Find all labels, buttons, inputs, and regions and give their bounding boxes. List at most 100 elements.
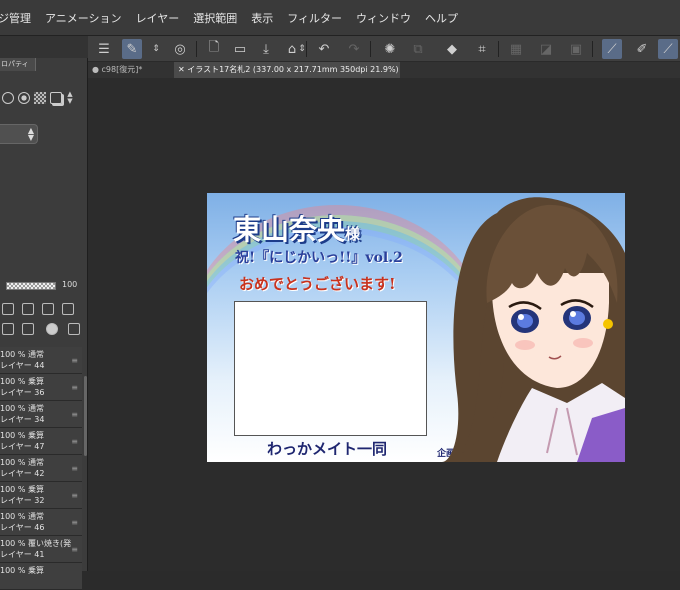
layer-option-row xyxy=(0,300,88,318)
menu-item-help[interactable]: ヘルプ xyxy=(425,10,458,26)
menu-item-selection[interactable]: 選択範囲 xyxy=(193,10,237,26)
brush-stepper-icon[interactable]: ▲ ▼ xyxy=(66,91,74,105)
drag-handle-icon[interactable]: ≡ xyxy=(71,544,78,555)
menu-item-animation[interactable]: アニメーション xyxy=(45,10,122,26)
select-icon[interactable]: ⌗ xyxy=(472,39,492,59)
lock-transparency-icon[interactable] xyxy=(2,303,14,315)
layer-mode: 100 % 覆い焼き(発 xyxy=(0,539,72,548)
layer-mode: 100 % 通常 xyxy=(0,458,44,467)
drag-handle-icon[interactable]: ≡ xyxy=(71,355,78,366)
layer-opacity-row: 100 xyxy=(0,278,88,294)
drag-handle-icon[interactable]: ≡ xyxy=(71,490,78,501)
circle-brush-icon[interactable] xyxy=(2,92,14,104)
message-box xyxy=(234,301,427,436)
layer-row[interactable]: 100 % 乗算 レイヤー 47 ≡ xyxy=(0,428,82,455)
menu-item-window[interactable]: ウィンドウ xyxy=(356,10,411,26)
layer-row[interactable]: 100 % 覆い焼き(発 レイヤー 41 ≡ xyxy=(0,536,82,563)
ruler-icon[interactable]: ◪ xyxy=(536,39,556,59)
grid-icon[interactable]: ▦ xyxy=(506,39,526,59)
artwork-canvas[interactable]: 東山奈央様 祝!『にじかいっ!!』vol.2 おめでとうございます! わっかメイ… xyxy=(207,193,625,462)
layer-mode: 100 % 乗算 xyxy=(0,485,44,494)
transform-icon[interactable]: ⧉ xyxy=(408,39,428,59)
chevron-updown-icon: ▲ ▼ xyxy=(27,126,34,142)
layer-mode: 100 % 通常 xyxy=(0,350,44,359)
drag-handle-icon[interactable]: ≡ xyxy=(71,436,78,447)
mask-icon[interactable] xyxy=(46,323,58,335)
tool-property-tab[interactable]: ロパティ xyxy=(0,58,36,71)
drag-handle-icon[interactable]: ≡ xyxy=(71,463,78,474)
layer-row[interactable]: 100 % 乗算 レイヤー 32 ≡ xyxy=(0,482,82,509)
menu-bar: ジ管理 アニメーション レイヤー 選択範囲 表示 フィルター ウィンドウ ヘルプ xyxy=(0,0,680,36)
copy-brush-icon[interactable] xyxy=(50,92,62,104)
chevron-updown-icon[interactable]: ⇕ xyxy=(292,39,312,59)
menu-item-layer[interactable]: レイヤー xyxy=(136,10,180,26)
layer-list: 100 % 通常 レイヤー 44 ≡ 100 % 乗算 レイヤー 36 ≡ 10… xyxy=(0,347,82,590)
artwork-name-suffix: 様 xyxy=(345,225,361,243)
layer-row[interactable]: 100 % 通常 レイヤー 46 ≡ xyxy=(0,509,82,536)
tab-label: c98[復元]* xyxy=(101,65,143,74)
stroke-icon[interactable]: ⟋ xyxy=(658,39,678,59)
menu-item-filter[interactable]: フィルター xyxy=(287,10,342,26)
tab-c98[interactable]: ● c98[復元]* xyxy=(88,62,174,78)
artwork-congrats: おめでとうございます! xyxy=(239,275,396,293)
layer-mode: 100 % 乗算 xyxy=(0,431,44,440)
layer-row[interactable]: 100 % 通常 レイヤー 34 ≡ xyxy=(0,401,82,428)
new-raster-layer-icon[interactable] xyxy=(2,323,14,335)
opacity-slider[interactable] xyxy=(6,282,56,290)
fill-icon[interactable]: ◆ xyxy=(442,39,462,59)
layer-row[interactable]: 100 % 通常 レイヤー 44 ≡ xyxy=(0,347,82,374)
trash-icon[interactable] xyxy=(68,323,80,335)
brush-icon[interactable]: ✐ xyxy=(632,39,652,59)
snap-ruler-icon[interactable]: ⟋ xyxy=(602,39,622,59)
layer-name: レイヤー 44 xyxy=(0,361,45,370)
save-icon[interactable]: ⤓ xyxy=(256,39,276,59)
menu-item-view[interactable]: 表示 xyxy=(251,10,273,26)
brush-shape-row: ▲ ▼ xyxy=(0,86,88,110)
dot-brush-icon[interactable] xyxy=(18,92,30,104)
reference-layer-icon[interactable] xyxy=(42,303,54,315)
tab-label: イラスト17名札2 (337.00 x 217.71mm 350dpi 21.9… xyxy=(187,65,399,74)
character-illustration xyxy=(442,197,625,462)
layer-name: レイヤー 36 xyxy=(0,388,45,397)
artwork-event: 祝!『にじかいっ!!』vol.2 xyxy=(235,250,403,266)
left-panel-header xyxy=(0,36,88,58)
opacity-value: 100 xyxy=(62,280,78,289)
layer-name: レイヤー 32 xyxy=(0,496,45,505)
redo-icon[interactable]: ↷ xyxy=(344,39,364,59)
clip-layer-icon[interactable] xyxy=(22,303,34,315)
undo-icon[interactable]: ↶ xyxy=(314,39,334,59)
frame-icon[interactable]: ▣ xyxy=(566,39,586,59)
artwork-footer: わっかメイト一同 xyxy=(267,440,388,458)
edit-tool-icon[interactable]: ✎ xyxy=(122,39,142,59)
property-dropdown[interactable]: ▲ ▼ xyxy=(0,124,38,144)
layer-mode: 100 % 通常 xyxy=(0,404,44,413)
command-bar: ☰ ✎ ⇕ ◎ 🗋 ▭ ⤓ ⌂ ⇕ ↶ ↷ ✺ ⧉ ◆ ⌗ ▦ ◪ ▣ ⟋ ✐ … xyxy=(88,36,680,62)
menu-icon[interactable]: ☰ xyxy=(94,39,114,59)
chevron-updown-icon[interactable]: ⇕ xyxy=(146,39,166,59)
layer-row[interactable]: 100 % 通常 レイヤー 42 ≡ xyxy=(0,455,82,482)
layer-mode: 100 % 乗算 xyxy=(0,377,44,386)
document-tab-bar: ● c98[復元]* ✕ イラスト17名札2 (337.00 x 217.71m… xyxy=(88,62,680,78)
layer-scrollbar[interactable] xyxy=(84,376,87,456)
layer-mode: 100 % 通常 xyxy=(0,512,44,521)
layer-action-row xyxy=(0,320,88,338)
layer-name: レイヤー 34 xyxy=(0,415,45,424)
pattern-brush-icon[interactable] xyxy=(34,92,46,104)
left-panel: ロパティ ▲ ▼ ▲ ▼ 100 100 % 通常 レイヤー 44 ≡ 100 % … xyxy=(0,36,88,590)
artwork-name-main: 東山奈央 xyxy=(233,213,346,246)
layer-name: レイヤー 47 xyxy=(0,442,45,451)
layer-row[interactable]: 100 % 乗算 レイヤー 36 ≡ xyxy=(0,374,82,401)
tab-illustration[interactable]: ✕ イラスト17名札2 (337.00 x 217.71mm 350dpi 21… xyxy=(174,62,400,78)
drag-handle-icon[interactable]: ≡ xyxy=(71,517,78,528)
open-folder-icon[interactable]: ▭ xyxy=(230,39,250,59)
new-file-icon[interactable]: 🗋 xyxy=(204,39,224,59)
spiral-icon[interactable]: ◎ xyxy=(170,39,190,59)
draft-layer-icon[interactable] xyxy=(62,303,74,315)
loading-icon[interactable]: ✺ xyxy=(380,39,400,59)
drag-handle-icon[interactable]: ≡ xyxy=(71,382,78,393)
menu-item-manage[interactable]: ジ管理 xyxy=(0,10,31,26)
drag-handle-icon[interactable]: ≡ xyxy=(71,409,78,420)
new-folder-icon[interactable] xyxy=(22,323,34,335)
layer-row[interactable]: 100 % 乗算 xyxy=(0,563,82,590)
layer-name: レイヤー 46 xyxy=(0,523,45,532)
